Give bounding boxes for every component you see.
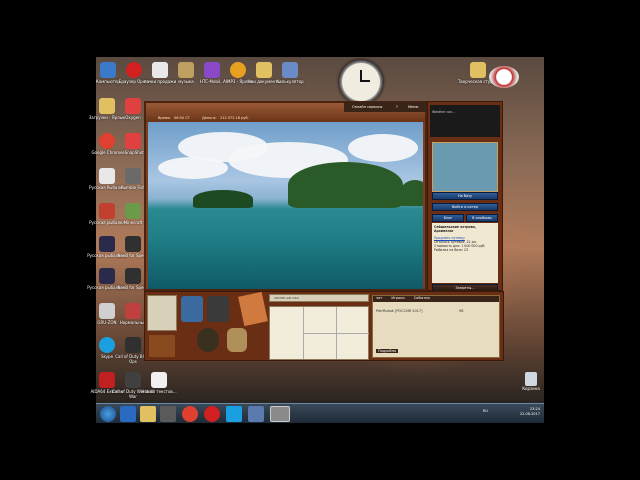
screen: Компьютер Браузер Opera почки продажи му… <box>0 0 640 480</box>
bait-pot[interactable] <box>149 335 175 357</box>
desktop-gadget-cpu <box>484 66 524 89</box>
start-button[interactable] <box>100 406 116 422</box>
details-button[interactable]: Подробно <box>376 349 399 353</box>
help-button[interactable]: ? <box>396 105 398 109</box>
language-indicator[interactable]: RU <box>483 409 488 414</box>
taskbar: RU 23:24 22.08.2017 <box>96 403 544 423</box>
system-tray: RU 23:24 22.08.2017 <box>483 407 540 417</box>
chat-panel: чат Игроки События PetrRubak [РОССИЯ 201… <box>372 295 500 358</box>
pot-item[interactable] <box>197 328 219 352</box>
bag-item[interactable] <box>207 296 229 322</box>
time-label: Время: <box>158 116 171 120</box>
time-value: 06:50 СГ <box>174 116 190 120</box>
sack-item[interactable] <box>227 328 247 352</box>
enter-boat-button[interactable]: Войти в катер <box>432 203 498 211</box>
taskbar-media-icon[interactable] <box>160 406 176 422</box>
taskbar-chrome-icon[interactable] <box>182 406 198 422</box>
taskbar-monitor-icon[interactable] <box>248 406 264 422</box>
clock-gadget <box>339 60 383 104</box>
desktop-icon-recycle-bin[interactable]: Корзина <box>521 372 541 391</box>
to-base-button[interactable]: На базу <box>432 192 498 200</box>
side-panel: Weather con... На базу Войти в катер Бло… <box>427 101 503 292</box>
money-label: Деньги: <box>202 116 217 120</box>
weather-panel: Weather con... <box>430 105 500 137</box>
location-title: Сейшельские острова, Архипелаг <box>434 225 476 233</box>
location-map[interactable] <box>432 142 498 192</box>
tray-date: 22.08.2017 <box>519 412 540 416</box>
tackle-box-item[interactable] <box>181 296 203 322</box>
game-view-panel: Время: 06:50 СГ Деньги: 212 072.18 руб. <box>144 101 427 291</box>
tab-chat[interactable]: чат <box>373 296 386 301</box>
taskbar-explorer-icon[interactable] <box>140 406 156 422</box>
chat-line-value: 98 <box>459 309 464 313</box>
online-services-button[interactable]: Онлайн сервисы <box>352 105 382 109</box>
chat-line-name: PetrRubak [РОССИЯ 2017] <box>376 309 423 313</box>
taskbar-skype-icon[interactable] <box>226 406 242 422</box>
main-menu-button[interactable]: Меню <box>408 105 418 109</box>
slot-grid[interactable] <box>269 306 369 360</box>
money-value: 212 072.18 руб. <box>220 116 249 120</box>
notebook-item[interactable] <box>238 291 268 327</box>
location-info: Сейшельские острова, Архипелаг Продлить … <box>432 223 498 283</box>
gauge-panel <box>147 295 177 331</box>
blog-button[interactable]: Блог <box>432 214 464 222</box>
albums-button[interactable]: В альбомы <box>466 214 498 222</box>
sea-view[interactable] <box>148 122 423 289</box>
game-menu-strip: Онлайн сервисы ? Меню <box>344 102 428 112</box>
tab-events[interactable]: События <box>410 296 433 301</box>
taskbar-ie-icon[interactable] <box>120 406 136 422</box>
desktop-icon-calculator[interactable]: Калькулятор <box>268 62 312 84</box>
recycle-bin-icon <box>525 372 537 386</box>
slot-header: ХЛОПН АЖ ОКА <box>269 294 369 302</box>
taskbar-game-icon[interactable] <box>270 406 290 422</box>
desktop-icon-textfile[interactable]: Новый текстов... <box>137 372 181 394</box>
tab-players[interactable]: Игроки <box>388 296 408 301</box>
taskbar-opera-icon[interactable] <box>204 406 220 422</box>
